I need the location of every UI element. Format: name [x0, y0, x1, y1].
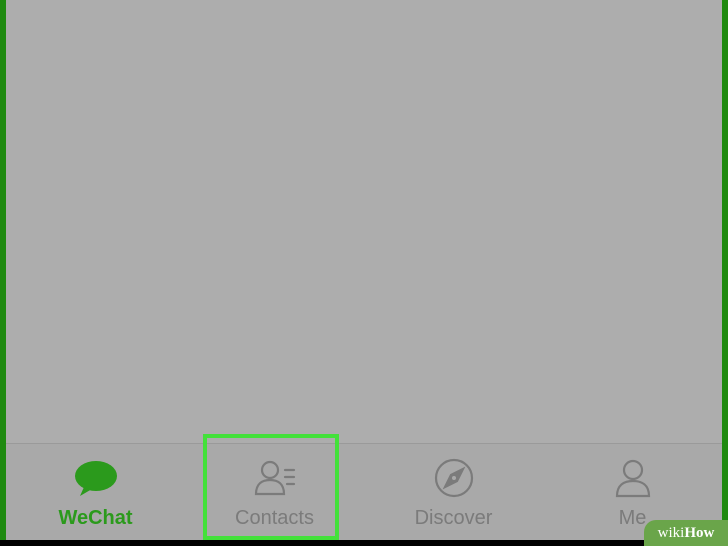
chat-bubble-icon — [74, 458, 118, 498]
screenshot-frame: WeChat Contacts Discover Me wikiHow — [0, 0, 728, 546]
device-bottom-edge — [0, 540, 728, 546]
bottom-tab-bar: WeChat Contacts Discover Me — [6, 443, 722, 541]
watermark-prefix: wiki — [657, 525, 685, 541]
main-content-area — [6, 0, 722, 443]
tab-discover[interactable]: Discover — [364, 444, 543, 541]
tab-wechat[interactable]: WeChat — [6, 444, 185, 541]
person-icon — [611, 458, 655, 498]
contacts-highlight-box — [203, 434, 339, 540]
phone-screen: WeChat Contacts Discover Me — [6, 0, 722, 541]
compass-icon — [432, 458, 476, 498]
wikihow-watermark: wikiHow — [644, 520, 728, 546]
watermark-suffix: How — [684, 525, 715, 541]
tab-discover-label: Discover — [414, 507, 493, 529]
tab-wechat-label: WeChat — [58, 507, 133, 529]
